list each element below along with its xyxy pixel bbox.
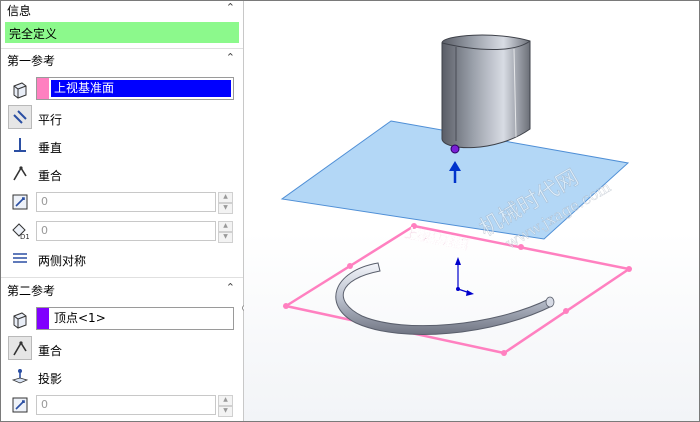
plane-handle[interactable] [347,263,353,269]
plane-handle[interactable] [563,308,569,314]
plane-ref-icon [8,78,32,102]
svg-text:D1: D1 [20,233,29,240]
perpendicular-icon [14,138,26,152]
angle-input[interactable]: 0 [36,221,216,241]
angle-icon: D1 [8,219,32,243]
property-manager-panel: 信息 ⌃ 完全定义 第一参考 ⌃ 上视基准面 平行 垂直 重合 0 ▲ ▼ D1… [1,1,244,421]
second-ref-color-swatch [37,308,49,329]
symmetric-button[interactable] [8,246,32,270]
second-ref-title: 第二参考 [7,284,56,298]
tube-end-face [545,296,555,308]
perpendicular-button[interactable] [8,133,32,157]
curved-sweep-body[interactable] [335,262,553,335]
plane-handle[interactable] [501,350,507,356]
perpendicular-label: 垂直 [38,141,63,155]
parallel-icon [13,110,27,124]
second-reference-field[interactable]: 顶点<1> [36,307,234,330]
distance-input-2[interactable]: 0 [36,395,216,415]
solidworks-plane-property-window: 信息 ⌃ 完全定义 第一参考 ⌃ 上视基准面 平行 垂直 重合 0 ▲ ▼ D1… [0,0,700,422]
vertex-ref-icon [8,308,32,332]
graphics-viewport[interactable]: 上视基准面 机械时代网 www.jxage.com [244,1,699,421]
collapse-arrow-icon[interactable]: ⌃ [226,51,235,64]
coincident-icon [13,166,27,181]
distance-spinner-2[interactable]: ▲ ▼ [218,395,233,417]
distance-icon [8,190,32,214]
plane-handle[interactable] [283,303,289,309]
second-reference-value: 顶点<1> [54,311,106,325]
projection-button[interactable] [8,364,32,388]
origin-triad-icon [455,257,474,296]
info-section-title: 信息 [7,4,32,18]
coincident-label-2: 重合 [38,344,63,358]
info-section-header[interactable]: 信息 ⌃ [1,1,243,19]
first-ref-color-swatch [37,78,49,99]
model-view: 上视基准面 机械时代网 www.jxage.com [280,34,633,356]
distance-icon-2 [8,393,32,417]
selected-vertex[interactable] [450,144,460,154]
distance-input[interactable]: 0 [36,192,216,212]
first-ref-title: 第一参考 [7,54,56,68]
collapse-arrow-icon[interactable]: ⌃ [226,1,235,14]
extruded-body[interactable] [441,34,531,149]
first-reference-field[interactable]: 上视基准面 [36,77,234,100]
projection-label: 投影 [38,372,63,386]
plane-handle[interactable] [626,266,632,272]
section-divider [1,277,243,278]
symmetric-label: 两侧对称 [38,254,87,268]
status-banner: 完全定义 [5,22,239,43]
coincident-label: 重合 [38,169,63,183]
symmetric-icon [13,253,27,263]
first-reference-value: 上视基准面 [51,80,231,97]
second-ref-section-header[interactable]: 第二参考 ⌃ [1,281,243,299]
distance-spinner[interactable]: ▲ ▼ [218,192,233,214]
first-ref-section-header[interactable]: 第一参考 ⌃ [1,51,243,69]
status-text: 完全定义 [9,27,58,41]
collapse-arrow-icon[interactable]: ⌃ [226,281,235,294]
parallel-button[interactable] [8,105,32,129]
parallel-label: 平行 [38,113,63,127]
section-divider [1,48,243,49]
coincident-icon [13,341,27,356]
coincident-button[interactable] [8,161,32,185]
angle-spinner[interactable]: ▲ ▼ [218,221,233,243]
projection-icon [11,369,29,384]
coincident-button-2[interactable] [8,336,32,360]
